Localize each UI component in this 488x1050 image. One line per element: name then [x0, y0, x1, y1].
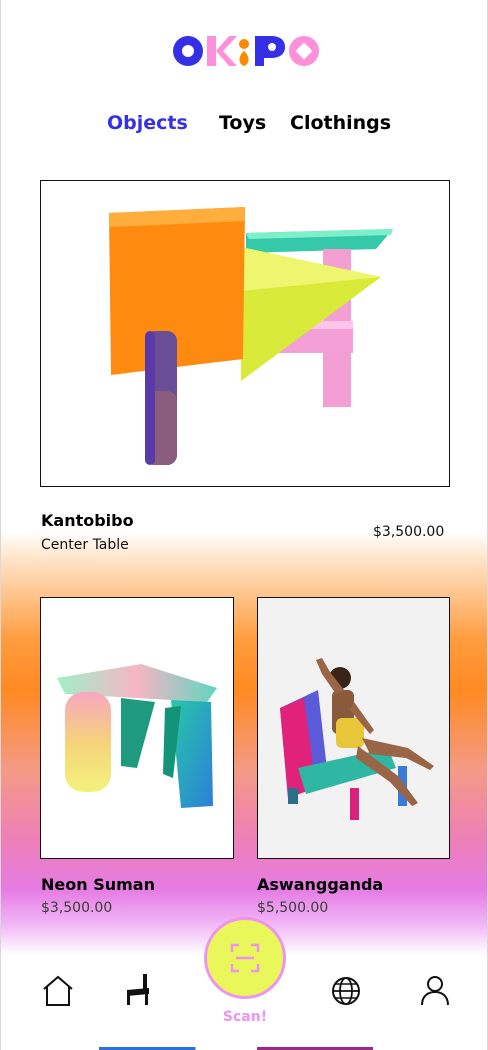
product-image-neon-suman[interactable] — [40, 597, 234, 859]
home-icon[interactable] — [41, 974, 75, 1008]
product-price: $3,500.00 — [41, 900, 113, 916]
scan-button[interactable] — [204, 917, 286, 999]
neon-suman-illustration — [57, 664, 217, 808]
tab-objects[interactable]: Objects — [107, 112, 188, 134]
tab-clothings[interactable]: Clothings — [290, 112, 391, 134]
globe-icon[interactable] — [331, 976, 365, 1010]
product-price: $5,500.00 — [257, 900, 329, 916]
tab-toys[interactable]: Toys — [219, 112, 266, 134]
product-name: Aswangganda — [257, 875, 384, 894]
app-screen: Objects Toys Clothings Kantobibo Center … — [0, 0, 488, 1050]
profile-icon[interactable] — [419, 974, 453, 1008]
scan-icon — [230, 943, 260, 973]
featured-subtitle: Center Table — [41, 537, 129, 553]
okipo-logo[interactable] — [171, 32, 321, 70]
logo-graphic — [173, 36, 319, 66]
featured-name: Kantobibo — [41, 511, 134, 530]
scan-label[interactable]: Scan! — [205, 1009, 285, 1025]
kantobibo-table-illustration — [109, 207, 393, 465]
aswangganda-illustration — [258, 598, 449, 858]
featured-price: $3,500.00 — [373, 524, 445, 540]
product-image-aswangganda[interactable] — [257, 597, 450, 859]
chair-icon[interactable] — [123, 972, 157, 1006]
product-name: Neon Suman — [41, 875, 155, 894]
featured-product-image[interactable] — [40, 180, 450, 487]
